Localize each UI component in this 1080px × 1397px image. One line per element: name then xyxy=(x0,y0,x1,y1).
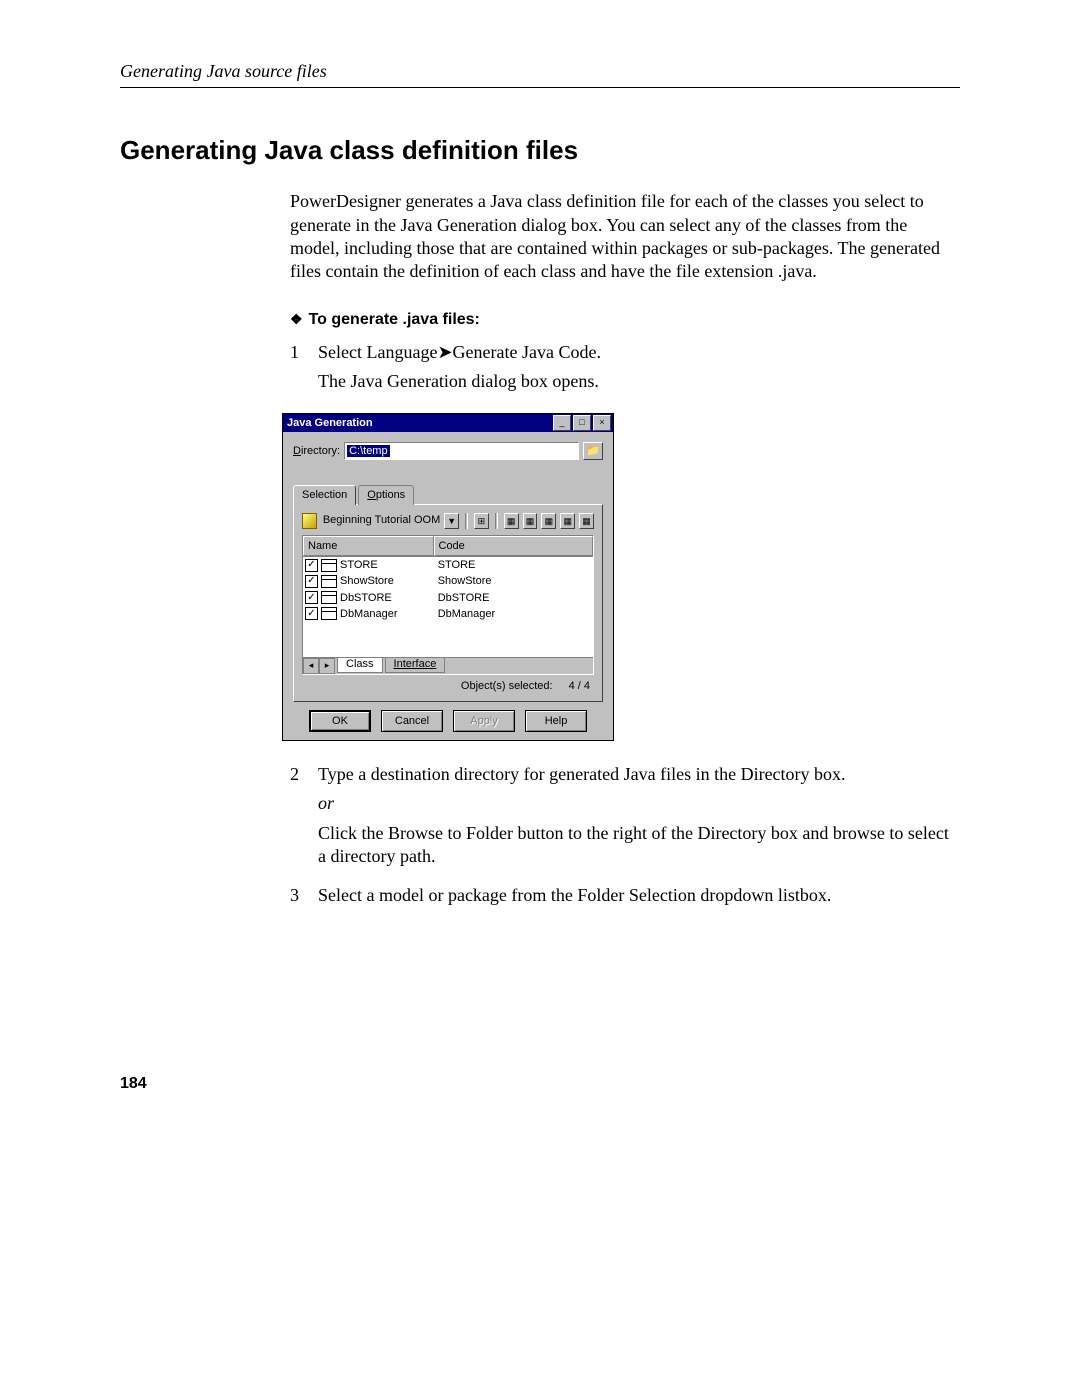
step-1: 1 Select Language➤Generate Java Code. Th… xyxy=(290,341,960,400)
row-code: STORE xyxy=(434,558,591,572)
step-1-text-b: Generate Java Code. xyxy=(453,342,601,362)
titlebar: Java Generation _ □ × xyxy=(283,414,613,432)
dialog-title: Java Generation xyxy=(287,416,551,430)
dialog-screenshot: Java Generation _ □ × Directory: C:\temp… xyxy=(282,413,960,741)
model-icon xyxy=(302,513,317,529)
java-generation-dialog: Java Generation _ □ × Directory: C:\temp… xyxy=(282,413,614,741)
sheet-tab-class[interactable]: Class xyxy=(337,658,383,673)
column-header-name[interactable]: Name xyxy=(303,536,434,556)
status-count: 4 / 4 xyxy=(569,679,590,693)
maximize-icon[interactable]: □ xyxy=(573,415,591,431)
step-3-p1: Select a model or package from the Folde… xyxy=(318,884,960,907)
checkbox-icon[interactable]: ✓ xyxy=(305,591,318,604)
tab-strip: Selection Options xyxy=(293,484,603,503)
tab-panel-selection: Beginning Tutorial OOM ▼ ⊞ ▦ ▦ ▦ ▦ ▦ xyxy=(293,504,603,702)
toolbar-button-2[interactable]: ▦ xyxy=(523,513,538,529)
list-row[interactable]: ✓ DbManager DbManager xyxy=(303,606,593,622)
step-1-line-2: The Java Generation dialog box opens. xyxy=(318,370,960,393)
sheet-next-icon[interactable]: ▸ xyxy=(319,658,335,674)
browse-folder-button[interactable]: 📁 xyxy=(583,442,603,460)
status-row: Object(s) selected: 4 / 4 xyxy=(302,675,594,693)
checkbox-icon[interactable]: ✓ xyxy=(305,607,318,620)
menu-arrow-icon: ➤ xyxy=(437,342,452,362)
class-icon xyxy=(321,559,337,572)
step-1-line-1: Select Language➤Generate Java Code. xyxy=(318,341,960,364)
class-icon xyxy=(321,607,337,620)
checkbox-icon[interactable]: ✓ xyxy=(305,575,318,588)
status-label: Object(s) selected: xyxy=(461,679,553,693)
page-number: 184 xyxy=(120,1074,960,1095)
list-row[interactable]: ✓ ShowStore ShowStore xyxy=(303,573,593,589)
intro-paragraph: PowerDesigner generates a Java class def… xyxy=(290,190,960,284)
include-subpackages-button[interactable]: ⊞ xyxy=(474,513,489,529)
column-header-code[interactable]: Code xyxy=(434,536,594,556)
directory-input[interactable]: C:\temp xyxy=(344,442,579,460)
class-icon xyxy=(321,591,337,604)
sheet-prev-icon[interactable]: ◂ xyxy=(303,658,319,674)
row-name: ShowStore xyxy=(340,574,394,588)
step-3: 3 Select a model or package from the Fol… xyxy=(290,884,960,913)
list-row[interactable]: ✓ STORE STORE xyxy=(303,557,593,573)
toolbar-button-3[interactable]: ▦ xyxy=(541,513,556,529)
dialog-button-row: OK Cancel Apply Help xyxy=(293,710,603,732)
minimize-icon[interactable]: _ xyxy=(553,415,571,431)
step-number: 2 xyxy=(290,763,318,875)
step-number: 3 xyxy=(290,884,318,913)
toolbar-separator xyxy=(465,513,468,529)
selection-toolbar: Beginning Tutorial OOM ▼ ⊞ ▦ ▦ ▦ ▦ ▦ xyxy=(302,513,594,529)
subhead-text: To generate .java files: xyxy=(309,311,480,328)
sheet-tab-strip: ◂ ▸ Class Interface xyxy=(303,657,593,674)
row-name: STORE xyxy=(340,558,378,572)
step-2-p2: Click the Browse to Folder button to the… xyxy=(318,822,960,869)
step-2: 2 Type a destination directory for gener… xyxy=(290,763,960,875)
row-name: DbManager xyxy=(340,607,397,621)
step-2-or: or xyxy=(318,793,334,813)
dropdown-arrow-icon[interactable]: ▼ xyxy=(444,513,459,529)
tab-options[interactable]: Options xyxy=(358,485,414,504)
running-head: Generating Java source files xyxy=(120,60,960,88)
row-code: DbManager xyxy=(434,607,591,621)
ok-button[interactable]: OK xyxy=(309,710,371,732)
apply-button[interactable]: Apply xyxy=(453,710,515,732)
toolbar-separator xyxy=(495,513,498,529)
section-title: Generating Java class definition files xyxy=(120,134,960,168)
step-1-text-a: Select Language xyxy=(318,342,437,362)
row-code: ShowStore xyxy=(434,574,591,588)
sheet-tab-interface[interactable]: Interface xyxy=(385,658,446,673)
toolbar-button-1[interactable]: ▦ xyxy=(504,513,519,529)
toolbar-button-5[interactable]: ▦ xyxy=(579,513,594,529)
toolbar-button-4[interactable]: ▦ xyxy=(560,513,575,529)
cancel-button[interactable]: Cancel xyxy=(381,710,443,732)
list-row[interactable]: ✓ DbSTORE DbSTORE xyxy=(303,590,593,606)
class-list[interactable]: Name Code ✓ STORE STORE xyxy=(302,535,594,675)
close-icon[interactable]: × xyxy=(593,415,611,431)
checkbox-icon[interactable]: ✓ xyxy=(305,559,318,572)
class-icon xyxy=(321,575,337,588)
model-dropdown[interactable]: Beginning Tutorial OOM xyxy=(323,513,440,527)
subhead: ❖ To generate .java files: xyxy=(290,310,960,331)
row-name: DbSTORE xyxy=(340,591,392,605)
bullet-diamond-icon: ❖ xyxy=(290,311,303,327)
row-code: DbSTORE xyxy=(434,591,591,605)
tab-selection[interactable]: Selection xyxy=(293,485,356,504)
list-header: Name Code xyxy=(303,536,593,557)
help-button[interactable]: Help xyxy=(525,710,587,732)
step-number: 1 xyxy=(290,341,318,400)
directory-label: Directory: xyxy=(293,444,340,458)
step-2-p1: Type a destination directory for generat… xyxy=(318,763,960,786)
folder-icon: 📁 xyxy=(586,444,600,458)
